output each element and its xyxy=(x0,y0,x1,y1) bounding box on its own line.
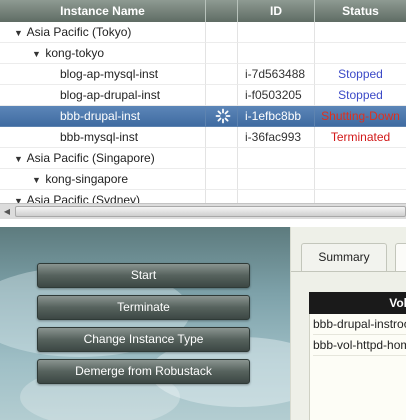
tree-row-region-singapore[interactable]: ▼ Asia Pacific (Singapore) xyxy=(0,148,406,169)
arrow-left-icon[interactable]: ◀ xyxy=(0,204,14,219)
instance-name: bbb-drupal-inst xyxy=(60,109,141,123)
instance-id xyxy=(238,190,315,203)
tree-row-instance-selected[interactable]: bbb-drupal-inst i-1efbc8bb Shutting-Down xyxy=(0,106,406,127)
tree-row-instance[interactable]: blog-ap-drupal-inst i-f0503205 Stopped xyxy=(0,85,406,106)
instance-status: Shutting-Down xyxy=(315,106,406,127)
instance-id: i-7d563488 xyxy=(238,64,315,85)
instance-status xyxy=(315,169,406,190)
instance-status: Stopped xyxy=(315,64,406,85)
volumes-column-header[interactable]: Vol xyxy=(309,292,406,314)
instance-id xyxy=(238,22,315,43)
tree-row-instance[interactable]: bbb-mysql-inst i-36fac993 Terminated xyxy=(0,127,406,148)
volume-row[interactable]: bbb-drupal-instroot xyxy=(313,314,406,335)
instance-status xyxy=(315,148,406,169)
tree-row-label: Asia Pacific (Singapore) xyxy=(26,151,155,165)
tree-row-region-sydney[interactable]: ▼ Asia Pacific (Sydney) xyxy=(0,190,406,203)
demerge-button[interactable]: Demerge from Robustack xyxy=(37,359,250,384)
tree-row-instance[interactable]: blog-ap-mysql-inst i-7d563488 Stopped xyxy=(0,64,406,85)
instance-id: i-1efbc8bb xyxy=(238,106,315,127)
tree-row-label: kong-tokyo xyxy=(45,46,105,60)
tab-next[interactable] xyxy=(395,243,406,271)
scrollbar-thumb[interactable] xyxy=(15,206,406,217)
start-button[interactable]: Start xyxy=(37,263,250,288)
tree-row-region-tokyo[interactable]: ▼ Asia Pacific (Tokyo) xyxy=(0,22,406,43)
terminate-button[interactable]: Terminate xyxy=(37,295,250,320)
instance-id xyxy=(238,148,315,169)
instance-id xyxy=(238,169,315,190)
tree-row-label: kong-singapore xyxy=(45,172,129,186)
tab-divider xyxy=(291,271,406,272)
instance-status xyxy=(315,43,406,64)
instance-status xyxy=(315,22,406,43)
tree-row-label: Asia Pacific (Sydney) xyxy=(26,193,141,203)
instance-id: i-36fac993 xyxy=(238,127,315,148)
collapse-toggle-icon[interactable]: ▼ xyxy=(14,191,24,203)
tree-row-label: Asia Pacific (Tokyo) xyxy=(26,25,132,39)
instance-status xyxy=(315,190,406,203)
volume-row[interactable]: bbb-vol-httpd-home xyxy=(313,335,406,356)
collapse-toggle-icon[interactable]: ▼ xyxy=(32,170,42,189)
instance-name: blog-ap-mysql-inst xyxy=(60,67,159,81)
change-instance-type-button[interactable]: Change Instance Type xyxy=(37,327,250,352)
instance-status: Stopped xyxy=(315,85,406,106)
table-header: Instance Name ID Status xyxy=(0,0,406,22)
instance-name: bbb-mysql-inst xyxy=(60,130,139,144)
column-header-instance-name[interactable]: Instance Name xyxy=(0,0,206,22)
tree-row-group-kong-singapore[interactable]: ▼ kong-singapore xyxy=(0,169,406,190)
instance-name: blog-ap-drupal-inst xyxy=(60,88,161,102)
collapse-toggle-icon[interactable]: ▼ xyxy=(32,44,42,63)
tab-summary[interactable]: Summary xyxy=(301,243,387,271)
instance-status: Terminated xyxy=(315,127,406,148)
collapse-toggle-icon[interactable]: ▼ xyxy=(14,149,24,168)
detail-panel: Summary Vol bbb-drupal-instroot bbb-vol-… xyxy=(290,227,406,420)
actions-panel: Start Terminate Change Instance Type Dem… xyxy=(0,227,290,420)
panel-divider xyxy=(0,219,406,227)
tree-row-group-kong-tokyo[interactable]: ▼ kong-tokyo xyxy=(0,43,406,64)
instance-id: i-f0503205 xyxy=(238,85,315,106)
spinner-icon xyxy=(215,108,231,124)
instance-tree-table: Instance Name ID Status ▼ Asia Pacific (… xyxy=(0,0,406,203)
horizontal-scrollbar[interactable]: ◀ xyxy=(0,203,406,219)
column-header-icon xyxy=(206,0,238,22)
instance-id xyxy=(238,43,315,64)
column-header-status[interactable]: Status xyxy=(315,0,406,22)
column-header-id[interactable]: ID xyxy=(238,0,315,22)
collapse-toggle-icon[interactable]: ▼ xyxy=(14,23,24,42)
